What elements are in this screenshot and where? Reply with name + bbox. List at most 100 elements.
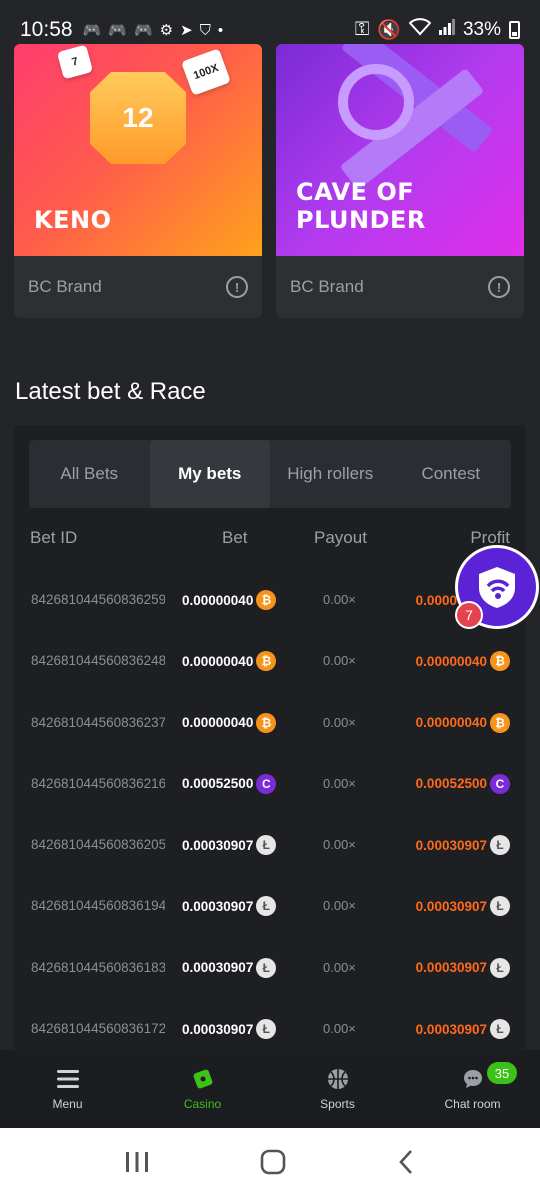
profit-cell: 0.00000040₿ [415,651,510,672]
profit-cell: 0.00030907 Ł [416,835,510,856]
casino-icon [191,1067,215,1091]
profit-amount: 0.00030907 [415,898,487,914]
header-bet-id: Bet ID [30,528,78,547]
table-row[interactable]: 842681044560836248 0.00000040 ₿ 0.00× 0.0000… [14,631,526,692]
key-icon: ⚿ [354,19,370,40]
tab-high-rollers[interactable]: High rollers [270,440,391,508]
profit-amount: 0.00000040 [415,653,487,669]
bet-id-cell[interactable]: 842681044560836183 [31,960,165,975]
ltc-coin-icon: Ł [256,835,277,856]
bet-amount: 0.00000040 [182,592,254,608]
table-row[interactable]: 842681044560836259 0.00000040 ₿ 0.00× 0.0000… [14,570,526,631]
bets-table-body: 842681044560836259 0.00000040 ₿ 0.00× 0.0000… [14,570,526,1060]
btc-coin-icon: ₿ [490,651,510,672]
bet-id-cell[interactable]: 842681044560836216 [31,776,165,791]
profit-cell: 0.00030907 Ł [415,896,510,917]
game-card-keno[interactable]: 7 100X 12 KENO BC Brand ! [14,44,262,318]
chat-icon [461,1067,485,1091]
bet-id-cell[interactable]: 842681044560836259 [31,592,165,607]
bet-id-cell[interactable]: 842681044560836172 [31,1021,165,1036]
bet-amount: 0.00052500 [182,776,254,792]
payout-cell: 0.00× [323,592,356,607]
bet-amount: 0.00030907 [182,898,254,914]
telegram-icon: ➤ [180,22,193,39]
nav-label: Menu [52,1097,83,1111]
game-thumbnail[interactable]: 7 100X 12 KENO [14,44,262,256]
shield-wifi-icon: ⛉ [199,21,211,39]
payout-cell: 0.00× [323,1021,356,1037]
nav-label: Sports [320,1097,355,1111]
table-header: Bet ID Bet Payout Profit [30,528,510,558]
home-button[interactable] [259,1148,287,1181]
bet-id-cell[interactable]: 842681044560836194 [31,898,165,913]
game-thumbnail[interactable]: CAVE OF PLUNDER [276,44,524,256]
info-icon[interactable]: ! [226,276,248,298]
table-row[interactable]: 842681044560836194 0.00030907 Ł 0.00× 0.0003… [14,876,526,937]
table-row[interactable]: 842681044560836216 0.00052500 C 0.00× 0.0005… [14,754,526,815]
table-row[interactable]: 842681044560836183 0.00030907 Ł 0.00× 0.0003… [14,938,526,999]
profit-cell: 0.00000040₿ [415,712,510,733]
btc-coin-icon: ₿ [490,712,510,733]
nav-menu[interactable]: Menu [0,1050,135,1128]
game-card-cave-of-plunder[interactable]: CAVE OF PLUNDER BC Brand ! [276,44,524,318]
bet-amount-cell: 0.00052500 C [182,773,277,794]
ltc-coin-icon: Ł [256,957,277,978]
bet-id-cell[interactable]: 842681044560836205 [31,837,165,852]
back-icon [398,1149,412,1174]
table-row[interactable]: 842681044560836237 0.00000040 ₿ 0.00× 0.0000… [14,693,526,754]
bet-amount: 0.00000040 [182,653,254,669]
profit-amount: 0.00000040 [415,715,487,731]
card-footer: BC Brand ! [276,256,524,318]
nav-casino[interactable]: Casino [135,1050,270,1128]
payout-cell: 0.00× [323,898,356,914]
bet-amount: 0.00000040 [182,715,254,731]
chat-count-badge: 35 [487,1062,517,1084]
bet-amount-cell: 0.00000040 ₿ [182,712,277,733]
ring-shape [338,64,414,140]
status-bar: 10:58 🎮 🎮 🎮 ⚙ ➤ ⛉ • ⚿ 🔇 33% [0,0,540,60]
nav-sports[interactable]: Sports [270,1050,405,1128]
bet-amount-cell: 0.00000040 ₿ [182,590,277,610]
cc-coin-icon: C [256,773,277,794]
payout-cell: 0.00× [323,775,356,791]
basketball-icon [326,1067,350,1091]
info-icon[interactable]: ! [488,276,510,298]
ltc-coin-icon: Ł [256,1019,277,1040]
mute-icon: 🔇 [377,20,401,41]
status-right: ⚿ 🔇 33% [355,18,520,42]
profit-amount: 0.00030907 [415,1021,487,1037]
wifi-icon [408,18,432,42]
tab-contest[interactable]: Contest [391,440,512,508]
notification-icons: 🎮 🎮 🎮 ⚙ ➤ ⛉ • [83,21,224,40]
header-bet: Bet [222,528,248,547]
recent-apps-button[interactable] [124,1150,150,1179]
profit-cell: 0.00030907 Ł [415,1019,510,1040]
table-row[interactable]: 842681044560836205 0.00030907 Ł 0.00× 0.0003… [14,815,526,876]
bet-amount: 0.00030907 [182,837,254,853]
tab-all-bets[interactable]: All Bets [29,440,150,508]
gamepad-icon: 🎮 [108,22,127,39]
dot-icon: • [217,21,224,39]
bet-id-cell[interactable]: 842681044560836237 [31,715,165,730]
recent-apps-icon [126,1151,149,1172]
back-button[interactable] [396,1149,416,1180]
ltc-coin-icon: Ł [490,1019,510,1040]
game-cards: 7 100X 12 KENO BC Brand ! CAVE OF PLUNDE… [14,44,526,318]
battery-percent: 33% [462,19,501,40]
nav-label: Casino [183,1097,222,1111]
payout-cell: 0.00× [323,837,356,853]
tab-my-bets[interactable]: My bets [149,440,270,508]
profit-cell: 0.00030907 Ł [416,957,510,978]
bet-amount-cell: 0.00030907 Ł [182,1019,277,1040]
ltc-coin-icon: Ł [490,835,510,856]
bet-amount: 0.00030907 [182,960,254,976]
cc-coin-icon: C [490,773,510,794]
game-provider: BC Brand [290,277,364,296]
ltc-coin-icon: Ł [490,896,510,917]
bet-amount-cell: 0.00030907 Ł [182,896,277,917]
bet-amount-cell: 0.00030907 Ł [182,957,277,978]
bet-id-cell[interactable]: 842681044560836248 [31,653,165,668]
nav-chat-room[interactable]: Chat room 35 [405,1050,540,1128]
bet-amount-cell: 0.00000040 ₿ [182,651,277,672]
gamepad-icon: 🎮 [133,22,153,39]
